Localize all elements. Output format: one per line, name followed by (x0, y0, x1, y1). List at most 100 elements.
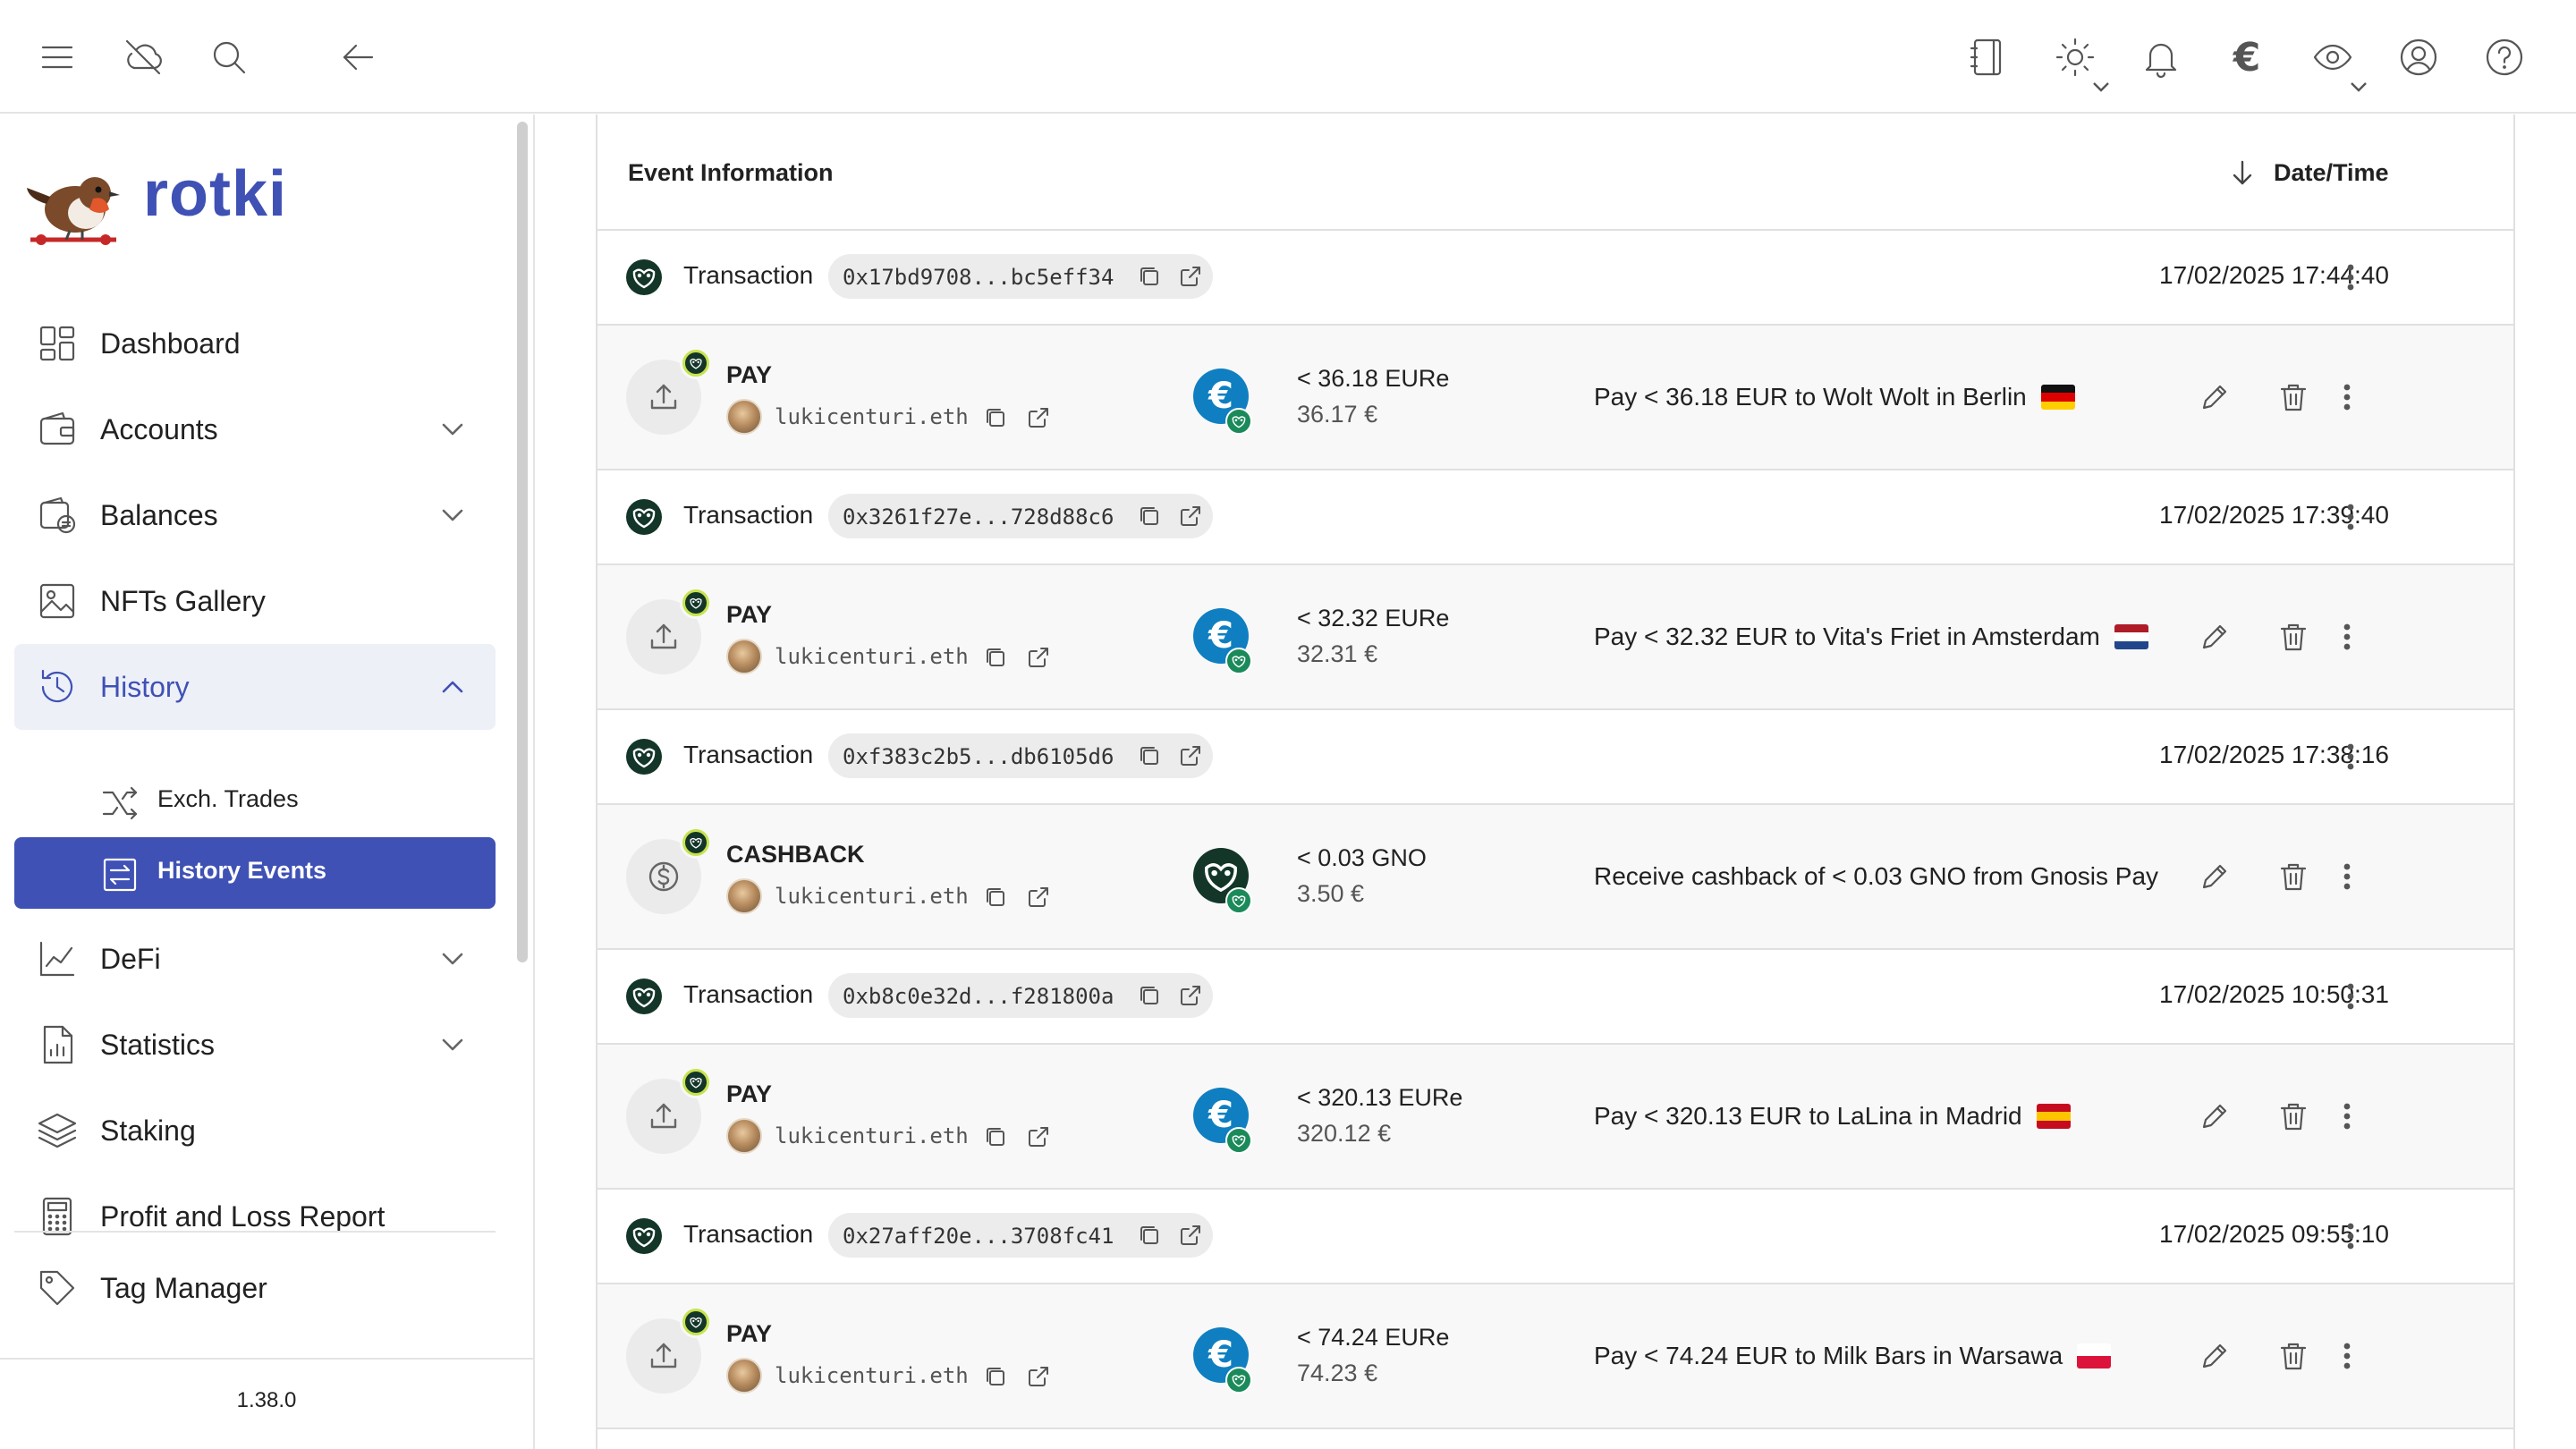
notes-icon[interactable] (1961, 30, 2014, 84)
euro-currency-icon[interactable]: € (2220, 30, 2274, 84)
external-link-icon[interactable] (1025, 884, 1052, 911)
app-name: rotki (143, 158, 288, 230)
sidebar-item-staking[interactable]: Staking (14, 1088, 496, 1174)
sidebar-item-label: Tag Manager (100, 1271, 267, 1304)
tx-hash-chip[interactable]: 0xb8c0e32d...f281800a (828, 973, 1213, 1018)
sidebar-subitem-history-events[interactable]: History Events (14, 837, 496, 909)
external-link-icon[interactable] (1025, 644, 1052, 671)
chevron-up-icon[interactable] (436, 671, 469, 703)
tx-hash-chip[interactable]: 0x17bd9708...bc5eff34 (828, 254, 1213, 299)
more-vert-icon[interactable] (2329, 1338, 2365, 1374)
bell-icon[interactable] (2134, 30, 2188, 84)
tx-hash: 0xf383c2b5...db6105d6 (843, 744, 1114, 769)
edit-pencil-icon[interactable] (2197, 859, 2233, 894)
more-vert-icon[interactable] (2333, 739, 2368, 775)
more-vert-icon[interactable] (2333, 499, 2368, 535)
edit-pencil-icon[interactable] (2197, 1338, 2233, 1374)
sidebar-item-tag-manager[interactable]: Tag Manager (14, 1245, 496, 1331)
more-vert-icon[interactable] (2333, 979, 2368, 1014)
copy-icon[interactable] (982, 884, 1009, 911)
tx-hash-chip[interactable]: 0x3261f27e...728d88c6 (828, 494, 1213, 538)
chevron-down-icon[interactable] (436, 1029, 469, 1061)
shuffle-icon (100, 784, 140, 823)
copy-icon[interactable] (1136, 1222, 1163, 1249)
edit-pencil-icon[interactable] (2197, 619, 2233, 655)
delete-trash-icon[interactable] (2275, 1098, 2311, 1134)
gnosis-chain-icon (1225, 408, 1252, 435)
delete-trash-icon[interactable] (2275, 1338, 2311, 1374)
menu-icon[interactable] (30, 30, 84, 84)
sidebar-item-accounts[interactable]: Accounts (14, 386, 496, 472)
fiat-value: 74.23 € (1297, 1360, 1378, 1386)
edit-pencil-icon[interactable] (2197, 1098, 2233, 1134)
tx-hash-chip[interactable]: 0x27aff20e...3708fc41 (828, 1213, 1213, 1258)
image-icon (36, 580, 79, 623)
fiat-value: 32.31 € (1297, 640, 1378, 667)
copy-icon[interactable] (982, 1363, 1009, 1390)
external-link-icon[interactable] (1025, 404, 1052, 431)
copy-icon[interactable] (1136, 982, 1163, 1009)
gnosis-chain-icon (626, 499, 662, 535)
exchange-box-icon (100, 855, 140, 894)
sidebar-subitem-exch-trades[interactable]: Exch. Trades (14, 766, 496, 837)
chevron-down-icon[interactable] (436, 413, 469, 445)
external-link-icon[interactable] (1177, 982, 1204, 1009)
edit-pencil-icon[interactable] (2197, 379, 2233, 415)
sidebar-item-statistics[interactable]: Statistics (14, 1002, 496, 1088)
arrow-down-sort-icon (2233, 160, 2252, 185)
chevron-down-icon[interactable] (2349, 80, 2368, 93)
flag-de-icon (2040, 385, 2075, 410)
account-ens-name: lukicenturi.eth (775, 644, 969, 669)
chevron-down-icon[interactable] (436, 943, 469, 975)
asset-amount: < 0.03 GNO (1297, 844, 1427, 871)
more-vert-icon[interactable] (2329, 379, 2365, 415)
help-icon[interactable] (2478, 30, 2531, 84)
column-header-date-time[interactable]: Date/Time (2227, 157, 2389, 188)
tx-hash-chip[interactable]: 0xf383c2b5...db6105d6 (828, 733, 1213, 778)
delete-trash-icon[interactable] (2275, 619, 2311, 655)
sidebar-item-history[interactable]: History (14, 644, 496, 730)
gnosis-chain-icon (626, 1218, 662, 1254)
sidebar-item-dashboard[interactable]: Dashboard (14, 301, 496, 386)
sidebar-item-balances[interactable]: Balances (14, 472, 496, 558)
event-description-text: Pay < 320.13 EUR to LaLina in Madrid (1594, 1102, 2022, 1130)
theme-sun-icon[interactable] (2048, 30, 2102, 84)
stack-icon (36, 1109, 79, 1152)
privacy-eye-icon[interactable] (2306, 30, 2360, 84)
account-icon[interactable] (2392, 30, 2445, 84)
more-vert-icon[interactable] (2329, 619, 2365, 655)
copy-icon[interactable] (982, 1123, 1009, 1150)
sidebar-item-label: Balances (100, 498, 218, 531)
delete-trash-icon[interactable] (2275, 379, 2311, 415)
copy-icon[interactable] (1136, 503, 1163, 530)
sidebar-item-label: Statistics (100, 1028, 216, 1061)
sidebar-item-defi[interactable]: DeFi (14, 916, 496, 1002)
copy-icon[interactable] (1136, 263, 1163, 290)
external-link-icon[interactable] (1025, 1123, 1052, 1150)
sidebar-item-nfts-gallery[interactable]: NFTs Gallery (14, 558, 496, 644)
event-description-text: Pay < 32.32 EUR to Vita's Friet in Amste… (1594, 623, 2100, 650)
external-link-icon[interactable] (1177, 503, 1204, 530)
external-link-icon[interactable] (1177, 1222, 1204, 1249)
arrow-left-icon[interactable] (331, 30, 385, 84)
transaction-label: Transaction (683, 741, 814, 768)
chevron-down-icon[interactable] (2091, 80, 2111, 93)
external-link-icon[interactable] (1177, 742, 1204, 769)
external-link-icon[interactable] (1025, 1363, 1052, 1390)
copy-icon[interactable] (982, 644, 1009, 671)
main-content: Event Information Date/Time Transaction 0… (567, 114, 2576, 1449)
more-vert-icon[interactable] (2333, 1218, 2368, 1254)
more-vert-icon[interactable] (2329, 1098, 2365, 1134)
event-description: Pay < 320.13 EUR to LaLina in Madrid (1594, 1102, 2071, 1131)
more-vert-icon[interactable] (2333, 259, 2368, 295)
chevron-down-icon[interactable] (436, 499, 469, 531)
avatar (726, 878, 762, 914)
copy-icon[interactable] (1136, 742, 1163, 769)
delete-trash-icon[interactable] (2275, 859, 2311, 894)
copy-icon[interactable] (982, 404, 1009, 431)
sidebar-scrollbar[interactable] (517, 122, 528, 962)
cloud-off-icon[interactable] (116, 30, 170, 84)
search-icon[interactable] (202, 30, 256, 84)
external-link-icon[interactable] (1177, 263, 1204, 290)
more-vert-icon[interactable] (2329, 859, 2365, 894)
